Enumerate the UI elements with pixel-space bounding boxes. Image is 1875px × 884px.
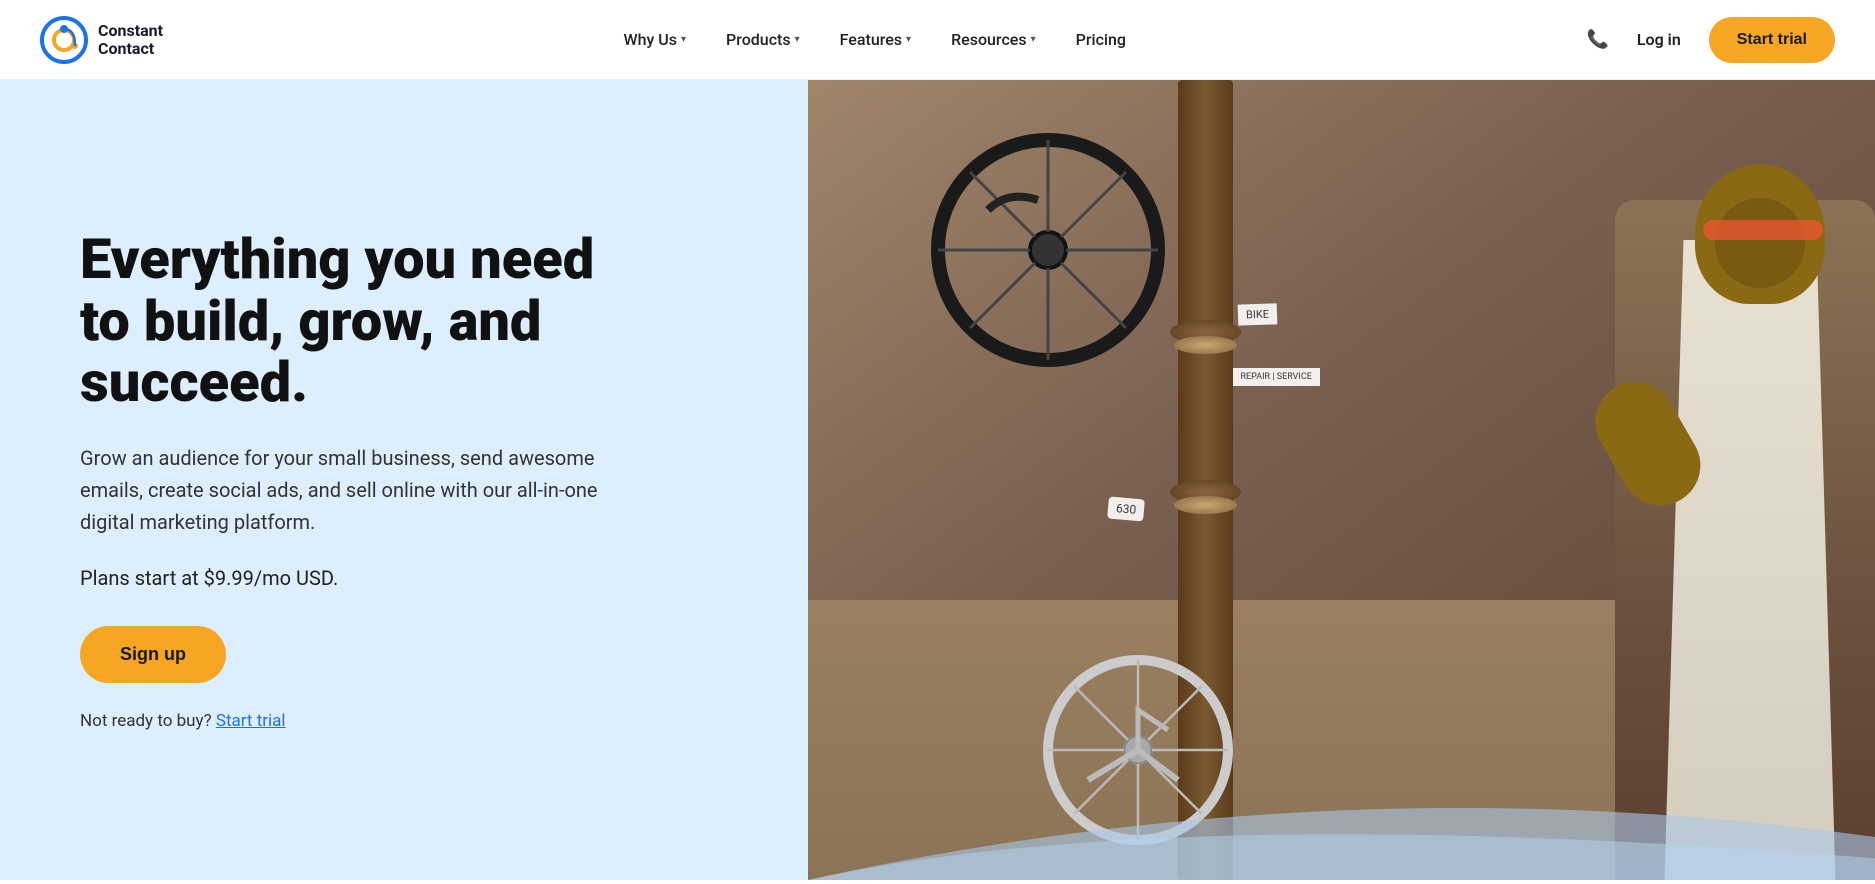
bike-wheel-1 <box>928 130 1168 370</box>
login-button[interactable]: Log in <box>1625 22 1693 57</box>
nav-item-pricing[interactable]: Pricing <box>1060 22 1142 57</box>
start-trial-button[interactable]: Start trial <box>1709 17 1835 63</box>
hero-content: Everything you need to build, grow, and … <box>0 169 700 791</box>
logo-text: Constant Contact <box>98 22 163 57</box>
hero-section: Everything you need to build, grow, and … <box>0 80 1875 880</box>
hero-description: Grow an audience for your small business… <box>80 442 600 538</box>
nav-item-features[interactable]: Features ▾ <box>824 22 927 57</box>
signup-button[interactable]: Sign up <box>80 626 226 683</box>
hero-image-area: BIKE REPAIR | SERVICE 630 <box>808 80 1875 880</box>
price-tag: 630 <box>1107 496 1145 521</box>
nav-links: Why Us ▾ Products ▾ Features ▾ Resources… <box>163 22 1586 57</box>
navbar: Constant Contact Why Us ▾ Products ▾ Fea… <box>0 0 1875 80</box>
chevron-down-icon: ▾ <box>906 34 911 45</box>
start-trial-link[interactable]: Start trial <box>216 711 286 731</box>
hero-curve-accent <box>808 760 1875 880</box>
hero-title: Everything you need to build, grow, and … <box>80 229 640 414</box>
nav-item-products[interactable]: Products ▾ <box>710 22 816 57</box>
chevron-down-icon: ▾ <box>1031 34 1036 45</box>
logo-icon <box>40 16 88 64</box>
nav-item-why-us[interactable]: Why Us ▾ <box>608 22 703 57</box>
logo[interactable]: Constant Contact <box>40 16 163 64</box>
nav-right: 📞 Log in Start trial <box>1586 17 1835 63</box>
shop-sign-2: REPAIR | SERVICE <box>1233 368 1320 386</box>
chevron-down-icon: ▾ <box>681 34 686 45</box>
shop-sign-1: BIKE <box>1237 303 1277 325</box>
nav-item-resources[interactable]: Resources ▾ <box>935 22 1052 57</box>
chevron-down-icon: ▾ <box>795 34 800 45</box>
hero-price: Plans start at $9.99/mo USD. <box>80 566 640 590</box>
phone-icon[interactable]: 📞 <box>1586 29 1608 50</box>
not-ready-text: Not ready to buy? Start trial <box>80 711 640 731</box>
